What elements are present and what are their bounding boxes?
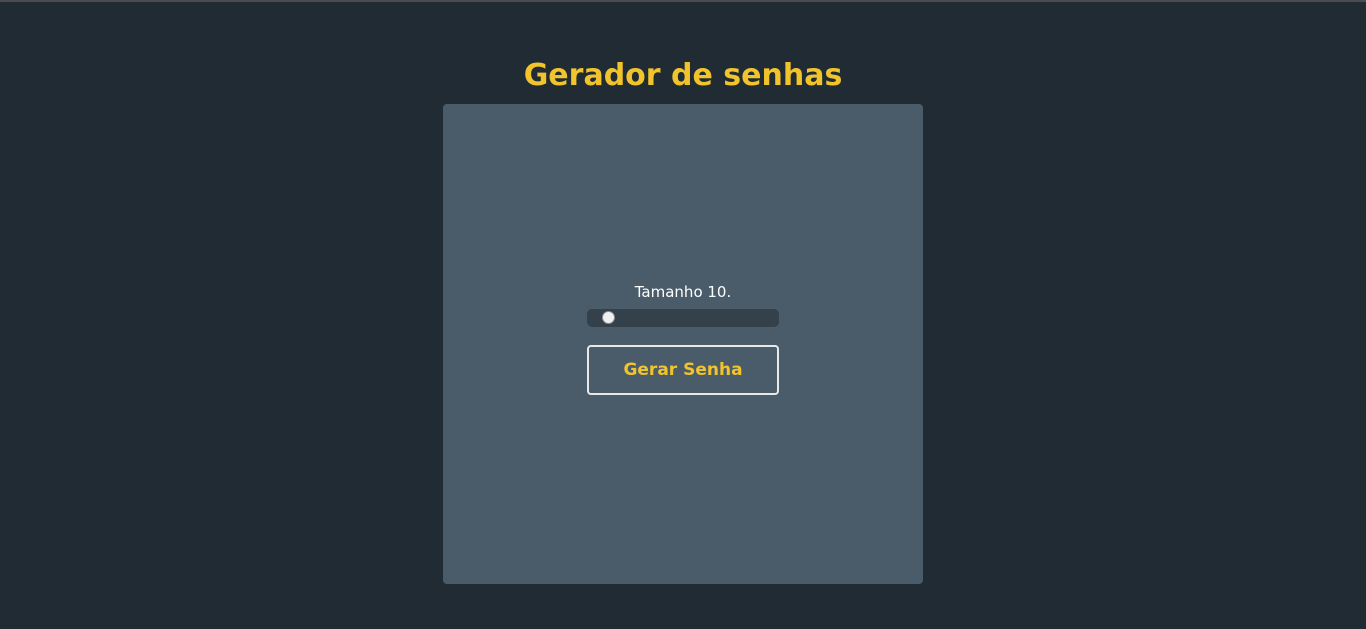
window-top-border (0, 0, 1366, 2)
generate-password-button[interactable]: Gerar Senha (587, 345, 779, 395)
page-title: Gerador de senhas (523, 58, 843, 93)
password-size-slider[interactable] (587, 309, 779, 327)
slider-thumb[interactable] (602, 311, 616, 324)
password-size-label: Tamanho 10. (634, 283, 732, 301)
generator-card: Tamanho 10. Gerar Senha (443, 104, 923, 584)
